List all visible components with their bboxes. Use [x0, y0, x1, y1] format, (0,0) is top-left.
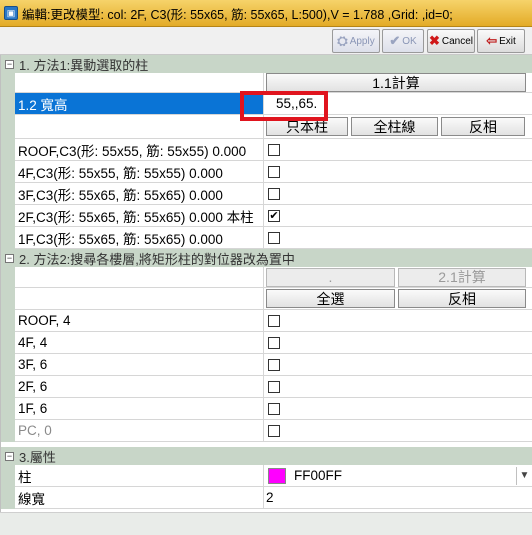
property-grid: − 1. 方法1:異動選取的柱 1.1計算 1.2 寬高 55,,65. 只本柱…	[0, 55, 532, 535]
check-icon: ✔	[389, 33, 401, 48]
chevron-down-icon[interactable]: ▼	[516, 466, 532, 485]
list-item[interactable]: 3F,C3(形: 55x65, 筋: 55x65) 0.000	[1, 183, 532, 205]
checkbox-checked[interactable]: ✔	[268, 209, 280, 222]
select-all-button[interactable]: 全選	[266, 289, 395, 308]
checkbox[interactable]	[268, 314, 280, 327]
apply-icon: ⛭	[337, 33, 348, 48]
collapse-icon[interactable]: −	[5, 59, 14, 69]
color-value: FF00FF	[294, 468, 343, 483]
grid-row-column-color[interactable]: 柱 FF00FF ▼	[1, 465, 532, 487]
checkbox[interactable]	[268, 187, 280, 200]
list-item[interactable]: ROOF,C3(形: 55x55, 筋: 55x55) 0.000	[1, 139, 532, 161]
list-item[interactable]: 3F, 6	[1, 354, 532, 376]
toolbar: ⛭ Apply ✔ OK ✖ Cancel ⇦ Exit	[0, 27, 532, 55]
checkbox[interactable]	[268, 143, 280, 156]
checkbox[interactable]	[268, 165, 280, 178]
size-label: 1.2 寬高	[15, 93, 264, 115]
exit-button[interactable]: ⇦ Exit	[477, 29, 525, 53]
description-area	[0, 512, 532, 535]
checkmark-icon: ✔	[269, 209, 279, 222]
grid-row: . 2.1計算	[1, 267, 532, 288]
collapse-icon[interactable]: −	[5, 253, 14, 263]
exit-icon: ⇦	[486, 33, 498, 48]
section-properties-header[interactable]: − 3.屬性	[1, 447, 532, 465]
grid-row: 全選 反相	[1, 288, 532, 310]
checkbox[interactable]	[268, 380, 280, 393]
all-column-line-button[interactable]: 全柱線	[351, 117, 438, 136]
checkbox[interactable]	[268, 358, 280, 371]
list-item[interactable]: 4F,C3(形: 55x55, 筋: 55x55) 0.000	[1, 161, 532, 183]
ok-button[interactable]: ✔ OK	[382, 29, 424, 53]
app-icon: ▣	[4, 6, 18, 20]
title-bar: ▣ 編輯:更改模型: col: 2F, C3(形: 55x65, 筋: 55x6…	[0, 0, 532, 27]
list-item[interactable]: PC, 0	[1, 420, 532, 442]
checkbox[interactable]	[268, 424, 280, 437]
calc-button-1[interactable]: 1.1計算	[266, 73, 526, 92]
list-item[interactable]: ROOF, 4	[1, 310, 532, 332]
grid-row-line-width[interactable]: 線寬 2	[1, 487, 532, 509]
close-icon: ✖	[428, 33, 440, 48]
apply-button[interactable]: ⛭ Apply	[332, 29, 380, 53]
grid-row: 1.1計算	[1, 73, 532, 93]
section-method2-header[interactable]: − 2. 方法2:搜尋各樓層,將矩形柱的對位器改為置中	[1, 249, 532, 267]
list-item[interactable]: 1F, 6	[1, 398, 532, 420]
list-item[interactable]: 4F, 4	[1, 332, 532, 354]
highlight-annotation	[240, 91, 328, 121]
list-item[interactable]: 1F,C3(形: 55x65, 筋: 55x65) 0.000	[1, 227, 532, 249]
cancel-button[interactable]: ✖ Cancel	[427, 29, 475, 53]
dot-button[interactable]: .	[266, 267, 395, 287]
calc-button-2[interactable]: 2.1計算	[398, 267, 526, 287]
checkbox[interactable]	[268, 231, 280, 244]
invert-button-2[interactable]: 反相	[398, 289, 526, 308]
list-item[interactable]: 2F,C3(形: 55x65, 筋: 55x65) 0.000 本柱 ✔	[1, 205, 532, 227]
line-width-input[interactable]: 2	[266, 490, 274, 505]
color-swatch	[268, 467, 286, 484]
window-title: 編輯:更改模型: col: 2F, C3(形: 55x65, 筋: 55x65,…	[22, 7, 453, 22]
checkbox[interactable]	[268, 402, 280, 415]
section-method1-header[interactable]: − 1. 方法1:異動選取的柱	[1, 55, 532, 73]
collapse-icon[interactable]: −	[5, 451, 14, 461]
checkbox[interactable]	[268, 336, 280, 349]
invert-button-1[interactable]: 反相	[441, 117, 525, 136]
list-item[interactable]: 2F, 6	[1, 376, 532, 398]
